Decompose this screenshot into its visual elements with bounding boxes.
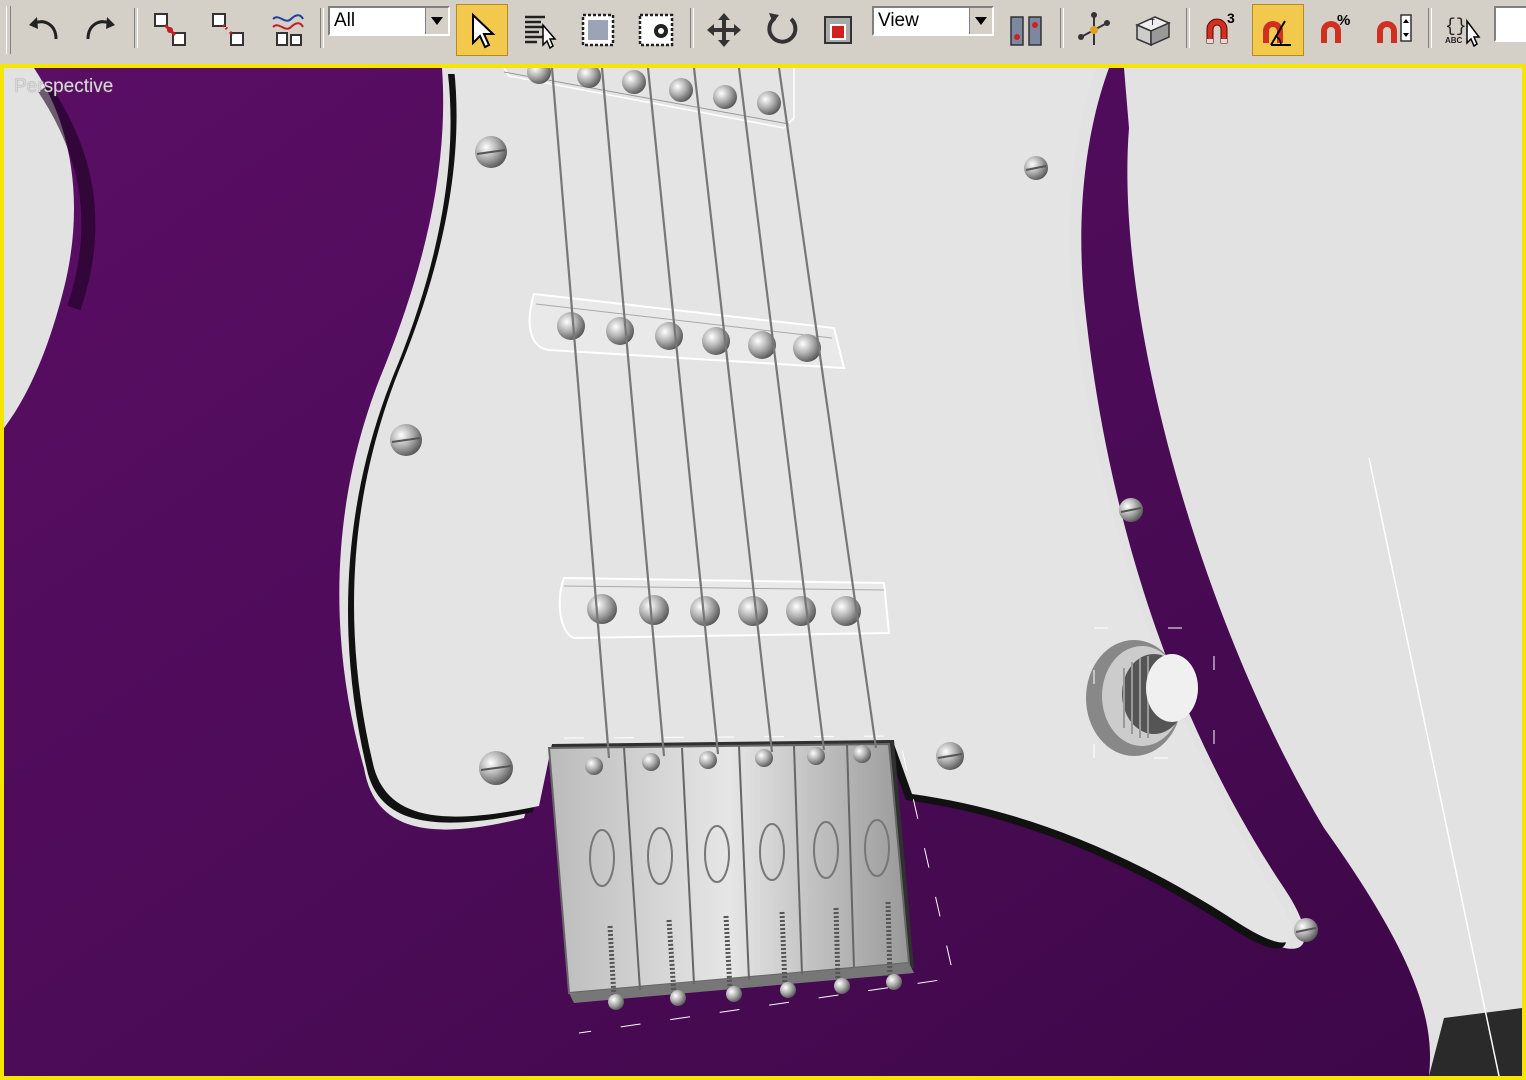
select-by-name-icon [525,15,557,50]
window-crossing-icon [638,13,674,47]
toolbar-separator [320,8,324,48]
svg-text:{}: {} [1445,17,1467,37]
percent-label: % [1337,12,1350,29]
scale-icon [824,16,852,44]
main-toolbar: All View T 3 % {} ABC [0,0,1526,65]
toolbar-separator [1060,8,1064,48]
window-crossing-button[interactable] [630,4,682,56]
toolbar-separator [134,8,138,48]
selection-filter-value: All [334,10,356,31]
space-warp-icon [272,14,304,46]
selection-filter-dropdown[interactable]: All [328,6,450,36]
pivot-center-icon [1010,16,1042,46]
named-selection-set-field[interactable] [1494,6,1526,42]
toolbar-separator [690,8,694,48]
select-object-button[interactable] [456,4,508,56]
chevron-down-icon[interactable] [969,8,992,34]
named-sets-label: ABC [1445,36,1463,45]
select-and-link-button[interactable] [144,4,196,56]
reference-coordinate-dropdown[interactable]: View [872,6,994,36]
spinner-snap-toggle-button[interactable] [1368,4,1420,56]
reference-coordinate-value: View [878,10,919,31]
select-and-scale-button[interactable] [812,4,864,56]
manipulate-icon [1078,12,1110,45]
keyboard-icon: T [1135,16,1171,47]
link-icon [154,13,186,46]
select-and-rotate-button[interactable] [756,4,808,56]
snap-magnet-icon: 3 [1206,10,1235,44]
edit-named-selection-sets-button[interactable]: {} ABC [1436,4,1488,56]
spinner-snap-icon [1377,14,1412,43]
redo-icon [86,17,115,40]
keyboard-shortcut-override-button[interactable]: T [1126,4,1178,56]
arrow-cursor-icon [472,12,496,49]
undo-icon [29,17,58,40]
angle-snap-toggle-button[interactable] [1252,4,1304,56]
toolbar-separator [1428,8,1432,48]
select-by-name-button[interactable] [514,4,566,56]
rect-selection-icon [581,13,615,47]
rectangular-selection-button[interactable] [572,4,624,56]
snaps-toggle-button[interactable]: 3 [1194,4,1246,56]
use-pivot-point-center-button[interactable] [1000,4,1052,56]
move-icon [707,13,741,47]
viewport-label[interactable]: Perspective [14,76,113,98]
rotate-icon [767,13,798,44]
select-and-move-button[interactable] [698,4,750,56]
chevron-down-icon[interactable] [425,8,448,34]
select-and-manipulate-button[interactable] [1068,4,1120,56]
snap-dimension-label: 3 [1227,10,1235,26]
percent-snap-toggle-button[interactable]: % [1310,4,1362,56]
angle-snap-icon [1263,20,1291,46]
named-selection-icon: {} ABC [1445,17,1481,48]
svg-text:T: T [1150,18,1155,27]
undo-button[interactable] [18,4,70,56]
perspective-viewport[interactable]: Perspective [0,64,1526,1080]
guitar-scene [4,68,1522,1076]
unlink-icon [212,13,244,46]
redo-button[interactable] [74,4,126,56]
toolbar-grip[interactable] [6,6,11,54]
percent-snap-icon: % [1321,12,1350,43]
bind-to-space-warp-button[interactable] [262,4,314,56]
toolbar-separator [1186,8,1190,48]
unlink-selection-button[interactable] [202,4,254,56]
